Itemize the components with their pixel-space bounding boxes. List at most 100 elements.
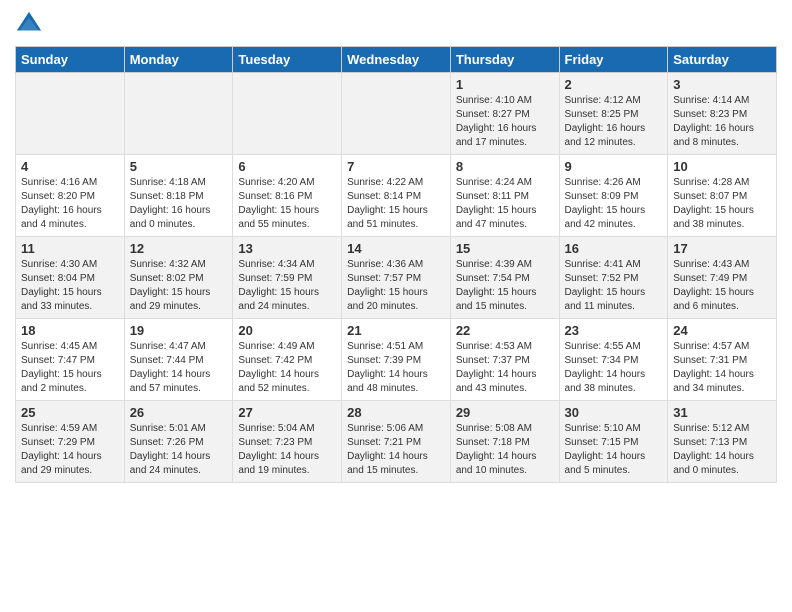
week-row-1: 1Sunrise: 4:10 AM Sunset: 8:27 PM Daylig… xyxy=(16,73,777,155)
day-info: Sunrise: 5:06 AM Sunset: 7:21 PM Dayligh… xyxy=(347,422,445,478)
day-number: 9 xyxy=(565,159,663,174)
week-row-2: 4 Sunrise: 4:16 AM Sunset: 8:20 PM Daylig… xyxy=(16,155,777,237)
day-info: Sunrise: 4:45 AM Sunset: 7:47 PM Dayligh… xyxy=(21,340,119,396)
day-cell: 10Sunrise: 4:28 AM Sunset: 8:07 PM Dayli… xyxy=(668,155,777,237)
day-number: 6 xyxy=(238,159,336,174)
day-info: Sunrise: 4:22 AM Sunset: 8:14 PM Dayligh… xyxy=(347,176,445,232)
day-cell: 1Sunrise: 4:10 AM Sunset: 8:27 PM Daylig… xyxy=(450,73,559,155)
day-cell: 13 Sunrise: 4:34 AM Sunset: 7:59 PM Dayli… xyxy=(233,237,342,319)
day-number: 18 xyxy=(21,323,119,338)
day-info: Sunrise: 4:26 AM Sunset: 8:09 PM Dayligh… xyxy=(565,176,663,232)
day-number: 30 xyxy=(565,405,663,420)
column-header-tuesday: Tuesday xyxy=(233,47,342,73)
column-header-thursday: Thursday xyxy=(450,47,559,73)
day-cell: 17 Sunrise: 4:43 AM Sunset: 7:49 PM Dayli… xyxy=(668,237,777,319)
day-info: Sunrise: 4:39 AM Sunset: 7:54 PM Dayligh… xyxy=(456,258,554,314)
day-cell: 2 Sunrise: 4:12 AM Sunset: 8:25 PM Daylig… xyxy=(559,73,668,155)
logo xyxy=(15,10,47,38)
day-number: 15 xyxy=(456,241,554,256)
day-info: Sunrise: 4:57 AM Sunset: 7:31 PM Dayligh… xyxy=(673,340,771,396)
day-info: Sunrise: 5:04 AM Sunset: 7:23 PM Dayligh… xyxy=(238,422,336,478)
day-cell: 21Sunrise: 4:51 AM Sunset: 7:39 PM Dayli… xyxy=(342,319,451,401)
day-info: Sunrise: 4:59 AM Sunset: 7:29 PM Dayligh… xyxy=(21,422,119,478)
week-row-3: 11 Sunrise: 4:30 AM Sunset: 8:04 PM Dayli… xyxy=(16,237,777,319)
column-header-wednesday: Wednesday xyxy=(342,47,451,73)
day-info: Sunrise: 4:24 AM Sunset: 8:11 PM Dayligh… xyxy=(456,176,554,232)
day-number: 19 xyxy=(130,323,228,338)
day-number: 31 xyxy=(673,405,771,420)
day-info: Sunrise: 5:08 AM Sunset: 7:18 PM Dayligh… xyxy=(456,422,554,478)
day-cell: 20 Sunrise: 4:49 AM Sunset: 7:42 PM Dayli… xyxy=(233,319,342,401)
day-number: 7 xyxy=(347,159,445,174)
day-cell: 28 Sunrise: 5:06 AM Sunset: 7:21 PM Dayli… xyxy=(342,401,451,483)
day-number: 27 xyxy=(238,405,336,420)
day-info: Sunrise: 4:43 AM Sunset: 7:49 PM Dayligh… xyxy=(673,258,771,314)
day-cell: 24 Sunrise: 4:57 AM Sunset: 7:31 PM Dayli… xyxy=(668,319,777,401)
day-number: 10 xyxy=(673,159,771,174)
day-number: 1 xyxy=(456,77,554,92)
day-cell: 27 Sunrise: 5:04 AM Sunset: 7:23 PM Dayli… xyxy=(233,401,342,483)
header-row: SundayMondayTuesdayWednesdayThursdayFrid… xyxy=(16,47,777,73)
day-info: Sunrise: 4:41 AM Sunset: 7:52 PM Dayligh… xyxy=(565,258,663,314)
day-cell xyxy=(124,73,233,155)
day-info: Sunrise: 4:12 AM Sunset: 8:25 PM Dayligh… xyxy=(565,94,663,150)
day-number: 17 xyxy=(673,241,771,256)
column-header-saturday: Saturday xyxy=(668,47,777,73)
week-row-4: 18 Sunrise: 4:45 AM Sunset: 7:47 PM Dayli… xyxy=(16,319,777,401)
day-cell xyxy=(233,73,342,155)
day-cell xyxy=(342,73,451,155)
day-info: Sunrise: 4:34 AM Sunset: 7:59 PM Dayligh… xyxy=(238,258,336,314)
day-number: 4 xyxy=(21,159,119,174)
day-number: 21 xyxy=(347,323,445,338)
day-cell: 8 Sunrise: 4:24 AM Sunset: 8:11 PM Daylig… xyxy=(450,155,559,237)
day-number: 12 xyxy=(130,241,228,256)
day-info: Sunrise: 4:18 AM Sunset: 8:18 PM Dayligh… xyxy=(130,176,228,232)
day-number: 14 xyxy=(347,241,445,256)
day-info: Sunrise: 4:53 AM Sunset: 7:37 PM Dayligh… xyxy=(456,340,554,396)
day-info: Sunrise: 4:14 AM Sunset: 8:23 PM Dayligh… xyxy=(673,94,771,150)
page-container: SundayMondayTuesdayWednesdayThursdayFrid… xyxy=(0,0,792,491)
day-info: Sunrise: 4:20 AM Sunset: 8:16 PM Dayligh… xyxy=(238,176,336,232)
column-header-friday: Friday xyxy=(559,47,668,73)
calendar-table: SundayMondayTuesdayWednesdayThursdayFrid… xyxy=(15,46,777,483)
day-cell: 15 Sunrise: 4:39 AM Sunset: 7:54 PM Dayli… xyxy=(450,237,559,319)
day-info: Sunrise: 4:30 AM Sunset: 8:04 PM Dayligh… xyxy=(21,258,119,314)
day-cell: 30 Sunrise: 5:10 AM Sunset: 7:15 PM Dayli… xyxy=(559,401,668,483)
day-cell: 7 Sunrise: 4:22 AM Sunset: 8:14 PM Daylig… xyxy=(342,155,451,237)
day-number: 22 xyxy=(456,323,554,338)
day-cell xyxy=(16,73,125,155)
day-cell: 18 Sunrise: 4:45 AM Sunset: 7:47 PM Dayli… xyxy=(16,319,125,401)
day-cell: 26 Sunrise: 5:01 AM Sunset: 7:26 PM Dayli… xyxy=(124,401,233,483)
column-header-sunday: Sunday xyxy=(16,47,125,73)
day-number: 23 xyxy=(565,323,663,338)
day-info: Sunrise: 5:10 AM Sunset: 7:15 PM Dayligh… xyxy=(565,422,663,478)
day-info: Sunrise: 4:47 AM Sunset: 7:44 PM Dayligh… xyxy=(130,340,228,396)
day-info: Sunrise: 4:16 AM Sunset: 8:20 PM Dayligh… xyxy=(21,176,119,232)
day-number: 20 xyxy=(238,323,336,338)
day-cell: 31Sunrise: 5:12 AM Sunset: 7:13 PM Dayli… xyxy=(668,401,777,483)
day-cell: 12 Sunrise: 4:32 AM Sunset: 8:02 PM Dayli… xyxy=(124,237,233,319)
header xyxy=(15,10,777,38)
day-number: 24 xyxy=(673,323,771,338)
day-number: 11 xyxy=(21,241,119,256)
day-cell: 3Sunrise: 4:14 AM Sunset: 8:23 PM Daylig… xyxy=(668,73,777,155)
day-number: 8 xyxy=(456,159,554,174)
day-number: 28 xyxy=(347,405,445,420)
day-cell: 25Sunrise: 4:59 AM Sunset: 7:29 PM Dayli… xyxy=(16,401,125,483)
column-header-monday: Monday xyxy=(124,47,233,73)
logo-icon xyxy=(15,10,43,38)
day-cell: 16Sunrise: 4:41 AM Sunset: 7:52 PM Dayli… xyxy=(559,237,668,319)
week-row-5: 25Sunrise: 4:59 AM Sunset: 7:29 PM Dayli… xyxy=(16,401,777,483)
day-cell: 14 Sunrise: 4:36 AM Sunset: 7:57 PM Dayli… xyxy=(342,237,451,319)
day-cell: 19 Sunrise: 4:47 AM Sunset: 7:44 PM Dayli… xyxy=(124,319,233,401)
day-info: Sunrise: 4:32 AM Sunset: 8:02 PM Dayligh… xyxy=(130,258,228,314)
day-cell: 22 Sunrise: 4:53 AM Sunset: 7:37 PM Dayli… xyxy=(450,319,559,401)
day-cell: 23 Sunrise: 4:55 AM Sunset: 7:34 PM Dayli… xyxy=(559,319,668,401)
day-number: 2 xyxy=(565,77,663,92)
day-info: Sunrise: 4:49 AM Sunset: 7:42 PM Dayligh… xyxy=(238,340,336,396)
day-info: Sunrise: 5:01 AM Sunset: 7:26 PM Dayligh… xyxy=(130,422,228,478)
day-number: 13 xyxy=(238,241,336,256)
day-info: Sunrise: 4:55 AM Sunset: 7:34 PM Dayligh… xyxy=(565,340,663,396)
day-number: 26 xyxy=(130,405,228,420)
day-info: Sunrise: 4:36 AM Sunset: 7:57 PM Dayligh… xyxy=(347,258,445,314)
